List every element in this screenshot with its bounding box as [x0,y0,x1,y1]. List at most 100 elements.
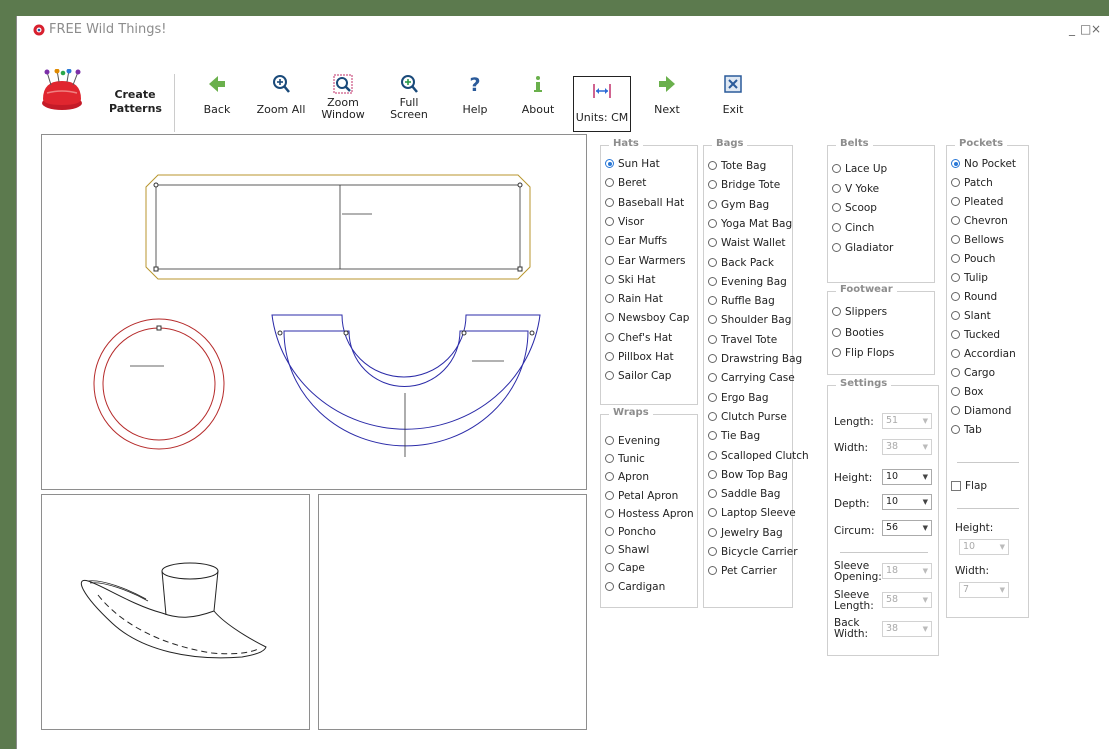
circum-select[interactable]: 56 ▼ [882,520,932,536]
hat-option[interactable]: Rain Hat [605,293,663,309]
back-width-select[interactable]: 38 ▼ [882,621,932,637]
pocket-width-select[interactable]: 7 ▼ [959,582,1009,598]
radio-icon [951,159,960,168]
width-select[interactable]: 38 ▼ [882,439,932,455]
hat-option[interactable]: Chef's Hat [605,332,672,348]
bag-option[interactable]: Back Pack [708,257,774,273]
height-select[interactable]: 10 ▼ [882,469,932,485]
about-button[interactable]: About [508,74,568,116]
pocket-option[interactable]: Bellows [951,234,1004,250]
back-button[interactable]: Back [187,74,247,116]
sleeve-opening-select[interactable]: 18 ▼ [882,563,932,579]
bag-option[interactable]: Pet Carrier [708,565,777,581]
back-width-label-2: Width: [834,628,869,640]
maximize-button[interactable]: □ [1080,22,1091,36]
length-select[interactable]: 51 ▼ [882,413,932,429]
bag-option[interactable]: Tote Bag [708,160,766,176]
bag-option[interactable]: Travel Tote [708,334,777,350]
hat-option[interactable]: Ski Hat [605,274,655,290]
pocket-option[interactable]: Round [951,291,997,307]
units-button[interactable]: Units: CM [573,76,631,132]
bag-option[interactable]: Tie Bag [708,430,760,446]
pocket-option-label: Chevron [964,215,1008,227]
pocket-option-label: Slant [964,310,991,322]
hat-option[interactable]: Beret [605,177,646,193]
belt-option[interactable]: Gladiator [832,242,893,258]
zoom-window-button[interactable]: Zoom Window [313,74,373,121]
radio-icon [951,273,960,282]
footwear-option[interactable]: Flip Flops [832,347,894,363]
zoom-all-button[interactable]: Zoom All [251,74,311,116]
hat-option[interactable]: Sun Hat [605,158,660,174]
pattern-canvas[interactable] [41,134,587,490]
wrap-option[interactable]: Evening [605,435,660,451]
sleeve-length-select[interactable]: 58 ▼ [882,592,932,608]
wrap-option[interactable]: Tunic [605,453,645,469]
belt-option[interactable]: Lace Up [832,163,887,179]
bag-option[interactable]: Bow Top Bag [708,469,788,485]
bag-option[interactable]: Ruffle Bag [708,295,775,311]
minimize-button[interactable]: _ [1069,22,1075,36]
wrap-option[interactable]: Hostess Apron [605,508,694,524]
pocket-option[interactable]: Tab [951,424,982,440]
bag-option[interactable]: Saddle Bag [708,488,780,504]
bag-option[interactable]: Scalloped Clutch [708,450,809,466]
exit-button[interactable]: Exit [703,74,763,116]
pocket-option[interactable]: Pouch [951,253,995,269]
wrap-option[interactable]: Poncho [605,526,656,542]
wrap-option[interactable]: Shawl [605,544,649,560]
wrap-option[interactable]: Petal Apron [605,490,678,506]
pocket-option[interactable]: Diamond [951,405,1011,421]
depth-select[interactable]: 10 ▼ [882,494,932,510]
pocket-option[interactable]: Tucked [951,329,1000,345]
pocket-option[interactable]: Slant [951,310,991,326]
hat-option[interactable]: Ear Warmers [605,255,685,271]
close-button[interactable]: × [1091,22,1101,36]
bag-option[interactable]: Bicycle Carrier [708,546,798,562]
pocket-height-select[interactable]: 10 ▼ [959,539,1009,555]
pocket-option[interactable]: Box [951,386,984,402]
belt-option[interactable]: V Yoke [832,183,879,199]
wrap-option[interactable]: Cape [605,562,645,578]
bag-option[interactable]: Gym Bag [708,199,769,215]
hat-option[interactable]: Ear Muffs [605,235,667,251]
next-button[interactable]: Next [637,74,697,116]
bag-option[interactable]: Bridge Tote [708,179,780,195]
bag-option-label: Yoga Mat Bag [721,217,793,230]
hat-option[interactable]: Baseball Hat [605,197,684,213]
pocket-option[interactable]: Chevron [951,215,1008,231]
hat-option[interactable]: Sailor Cap [605,370,671,386]
hat-option[interactable]: Visor [605,216,644,232]
pocket-option[interactable]: No Pocket [951,158,1016,174]
wrap-option[interactable]: Apron [605,471,649,487]
pocket-option[interactable]: Pleated [951,196,1003,212]
belt-option[interactable]: Scoop [832,202,877,218]
wrap-option[interactable]: Cardigan [605,581,665,597]
zoom-window-icon [333,74,353,94]
bag-option[interactable]: Drawstring Bag [708,353,802,369]
forward-arrow-icon [659,76,675,92]
help-button[interactable]: ? Help [445,74,505,116]
pocket-option[interactable]: Patch [951,177,993,193]
footwear-option[interactable]: Slippers [832,306,887,322]
blank-canvas[interactable] [318,494,587,730]
bag-option[interactable]: Jewelry Bag [708,527,783,543]
bag-option[interactable]: Laptop Sleeve [708,507,796,523]
hat-option[interactable]: Pillbox Hat [605,351,674,367]
pocket-option[interactable]: Accordian [951,348,1016,364]
pocket-option[interactable]: Cargo [951,367,995,383]
footwear-option[interactable]: Booties [832,327,884,343]
full-screen-button[interactable]: Full Screen [379,74,439,121]
preview-canvas[interactable] [41,494,310,730]
bag-option[interactable]: Yoga Mat Bag [708,218,792,234]
flap-checkbox[interactable]: Flap [951,480,987,496]
belt-option[interactable]: Cinch [832,222,874,238]
bag-option[interactable]: Evening Bag [708,276,787,292]
bag-option[interactable]: Clutch Purse [708,411,787,427]
hat-option[interactable]: Newsboy Cap [605,312,689,328]
bag-option[interactable]: Waist Wallet [708,237,786,253]
bag-option[interactable]: Carrying Case [708,372,795,388]
bag-option[interactable]: Ergo Bag [708,392,769,408]
bag-option[interactable]: Shoulder Bag [708,314,791,330]
pocket-option[interactable]: Tulip [951,272,988,288]
